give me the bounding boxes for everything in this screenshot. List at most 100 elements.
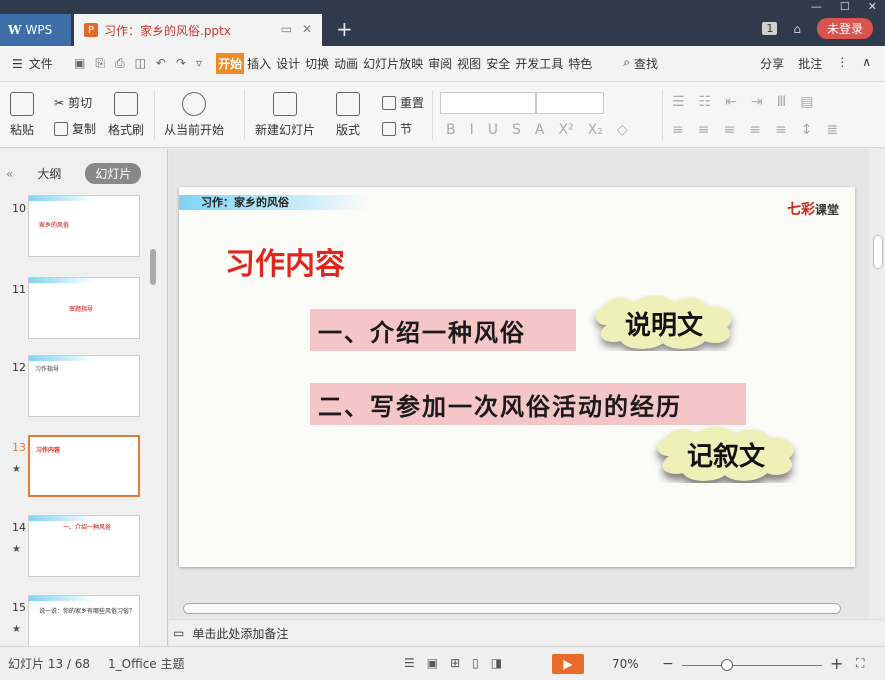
font-family-select[interactable] <box>440 92 536 114</box>
close-window-icon[interactable]: ✕ <box>868 0 877 13</box>
format-painter-button[interactable]: 格式刷 <box>108 92 144 138</box>
new-tab-button[interactable]: + <box>336 17 353 41</box>
clear-format-icon[interactable]: ◇ <box>617 122 628 138</box>
distribute-icon[interactable]: ≡ <box>775 122 787 138</box>
slide-thumbnail[interactable]: 习作指导 <box>28 355 140 417</box>
collapse-panel-icon[interactable]: « <box>6 167 13 181</box>
slide-sorter-icon[interactable]: ⊞ <box>450 656 460 670</box>
tab-home[interactable]: 开始 <box>216 53 245 74</box>
document-tab[interactable]: P 习作：家乡的风俗.pptx ▭ ✕ <box>74 14 322 46</box>
tab-outline[interactable]: 大纲 <box>27 163 71 184</box>
tab-security[interactable]: 安全 <box>484 53 512 74</box>
slide-thumbnail[interactable]: 家乡的风俗 <box>28 195 140 257</box>
increase-indent-icon[interactable]: ⇥ <box>751 94 763 110</box>
tab-review[interactable]: 审阅 <box>426 53 454 74</box>
italic-icon[interactable]: I <box>470 122 474 138</box>
copy-button[interactable]: 复制 <box>54 120 96 137</box>
export-icon[interactable]: ⎘ <box>95 56 105 71</box>
bold-icon[interactable]: B <box>446 122 456 138</box>
cloud-callout-2[interactable]: 记叙文 <box>649 425 803 483</box>
horizontal-scrollbar[interactable] <box>169 601 869 615</box>
zoom-out-icon[interactable]: − <box>662 656 674 672</box>
subscript-icon[interactable]: X₂ <box>588 122 603 138</box>
panel-scrollbar[interactable] <box>150 249 156 285</box>
text-direction-icon[interactable]: Ⅲ <box>777 94 787 110</box>
comment-button[interactable]: 批注 <box>798 55 822 72</box>
theme-name[interactable]: 1_Office 主题 <box>108 655 184 672</box>
tab-developer[interactable]: 开发工具 <box>513 53 565 74</box>
tab-animation[interactable]: 动画 <box>332 53 360 74</box>
zoom-slider-handle[interactable] <box>721 659 733 671</box>
content-item-2[interactable]: 二、写参加一次风俗活动的经历 <box>310 383 746 425</box>
decrease-indent-icon[interactable]: ⇤ <box>725 94 737 110</box>
fit-window-icon[interactable]: ⛶ <box>856 656 864 671</box>
content-item-1[interactable]: 一、介绍一种风俗 <box>310 309 576 351</box>
paragraph-settings-icon[interactable]: ≣ <box>826 122 838 138</box>
layout-button[interactable]: 版式 <box>336 92 360 138</box>
align-center-icon[interactable]: ≡ <box>698 122 710 138</box>
zoom-slider-track[interactable] <box>682 665 822 666</box>
notes-toggle-icon[interactable]: ☰ <box>404 656 415 670</box>
tab-transitions[interactable]: 切换 <box>303 53 331 74</box>
wps-home-tab[interactable]: W WPS <box>0 14 71 46</box>
play-from-current-button[interactable]: 从当前开始 <box>164 92 224 138</box>
section-button[interactable]: 节 <box>382 120 412 137</box>
justify-icon[interactable]: ≡ <box>749 122 761 138</box>
cut-button[interactable]: ✂ 剪切 <box>54 94 92 111</box>
slide-thumbnail[interactable]: 说一说：你的家乡有哪些风俗习俗？ <box>28 595 140 647</box>
tab-design[interactable]: 设计 <box>274 53 302 74</box>
slide-thumbnail[interactable]: 审题指导 <box>28 277 140 339</box>
login-button[interactable]: 未登录 <box>816 18 873 39</box>
align-right-icon[interactable]: ≡ <box>723 122 735 138</box>
zoom-in-icon[interactable]: + <box>830 654 843 673</box>
save-icon[interactable]: ▣ <box>74 56 85 71</box>
skin-icon[interactable]: ⌂ <box>793 22 801 36</box>
reading-view-icon[interactable]: ▯ <box>472 656 479 670</box>
share-button[interactable]: 分享 <box>760 55 784 72</box>
close-tab-icon[interactable]: ✕ <box>302 22 312 36</box>
vertical-scrollbar[interactable] <box>869 149 885 619</box>
notes-pane[interactable]: ▭ 单击此处添加备注 <box>169 619 885 646</box>
bullets-icon[interactable]: ☰ <box>672 94 685 110</box>
new-slide-button[interactable]: 新建幻灯片 <box>255 92 315 138</box>
tab-slides[interactable]: 幻灯片 <box>85 163 142 184</box>
underline-icon[interactable]: U <box>488 122 498 138</box>
tab-slideshow[interactable]: 幻灯片放映 <box>361 53 425 74</box>
paste-button[interactable]: 粘贴 <box>10 92 34 138</box>
current-slide[interactable]: 习作：家乡的风俗 七彩课堂 习作内容 一、介绍一种风俗 二、写参加一次风俗活动的… <box>179 187 855 567</box>
cloud-callout-1[interactable]: 说明文 <box>587 295 741 351</box>
file-menu[interactable]: ☰ 文件 <box>0 55 70 72</box>
line-spacing-icon[interactable]: ↕ <box>801 122 813 138</box>
preview-icon[interactable]: ◫ <box>135 56 146 71</box>
collapse-ribbon-icon[interactable]: ∧ <box>862 55 871 72</box>
play-slideshow-button[interactable]: ▶ <box>552 654 584 674</box>
numbering-icon[interactable]: ☷ <box>699 94 712 110</box>
window-count-badge[interactable]: 1 <box>762 22 778 35</box>
align-left-icon[interactable]: ≡ <box>672 122 684 138</box>
font-color-icon[interactable]: A <box>535 122 545 138</box>
zoom-level[interactable]: 70% <box>612 657 639 671</box>
vertical-scroll-thumb[interactable] <box>873 235 883 269</box>
maximize-icon[interactable]: ☐ <box>840 0 850 13</box>
slide-thumbnail-active[interactable]: 习作内容 <box>28 435 140 497</box>
undo-icon[interactable]: ↶ <box>156 56 166 71</box>
redo-icon[interactable]: ↷ <box>176 56 186 71</box>
print-icon[interactable]: ⎙ <box>115 56 125 71</box>
pin-tab-icon[interactable]: ▭ <box>281 22 292 36</box>
normal-view-icon[interactable]: ▣ <box>427 656 438 670</box>
columns-icon[interactable]: ▤ <box>800 94 813 110</box>
more-icon[interactable]: ⋮ <box>836 55 848 72</box>
font-size-select[interactable] <box>536 92 604 114</box>
superscript-icon[interactable]: X² <box>558 122 573 138</box>
horizontal-scroll-thumb[interactable] <box>183 603 841 614</box>
slide-thumbnail[interactable]: 一、介绍一种风俗 <box>28 515 140 577</box>
tab-insert[interactable]: 插入 <box>245 53 273 74</box>
minimize-icon[interactable]: — <box>811 0 822 13</box>
tab-features[interactable]: 特色 <box>566 53 594 74</box>
slide-title[interactable]: 习作内容 <box>225 239 345 283</box>
reset-button[interactable]: 重置 <box>382 94 424 111</box>
slideshow-view-icon[interactable]: ◨ <box>491 656 502 670</box>
find-button[interactable]: ⌕ 查找 <box>623 55 658 72</box>
tab-view[interactable]: 视图 <box>455 53 483 74</box>
customize-icon[interactable]: ▿ <box>196 56 202 71</box>
